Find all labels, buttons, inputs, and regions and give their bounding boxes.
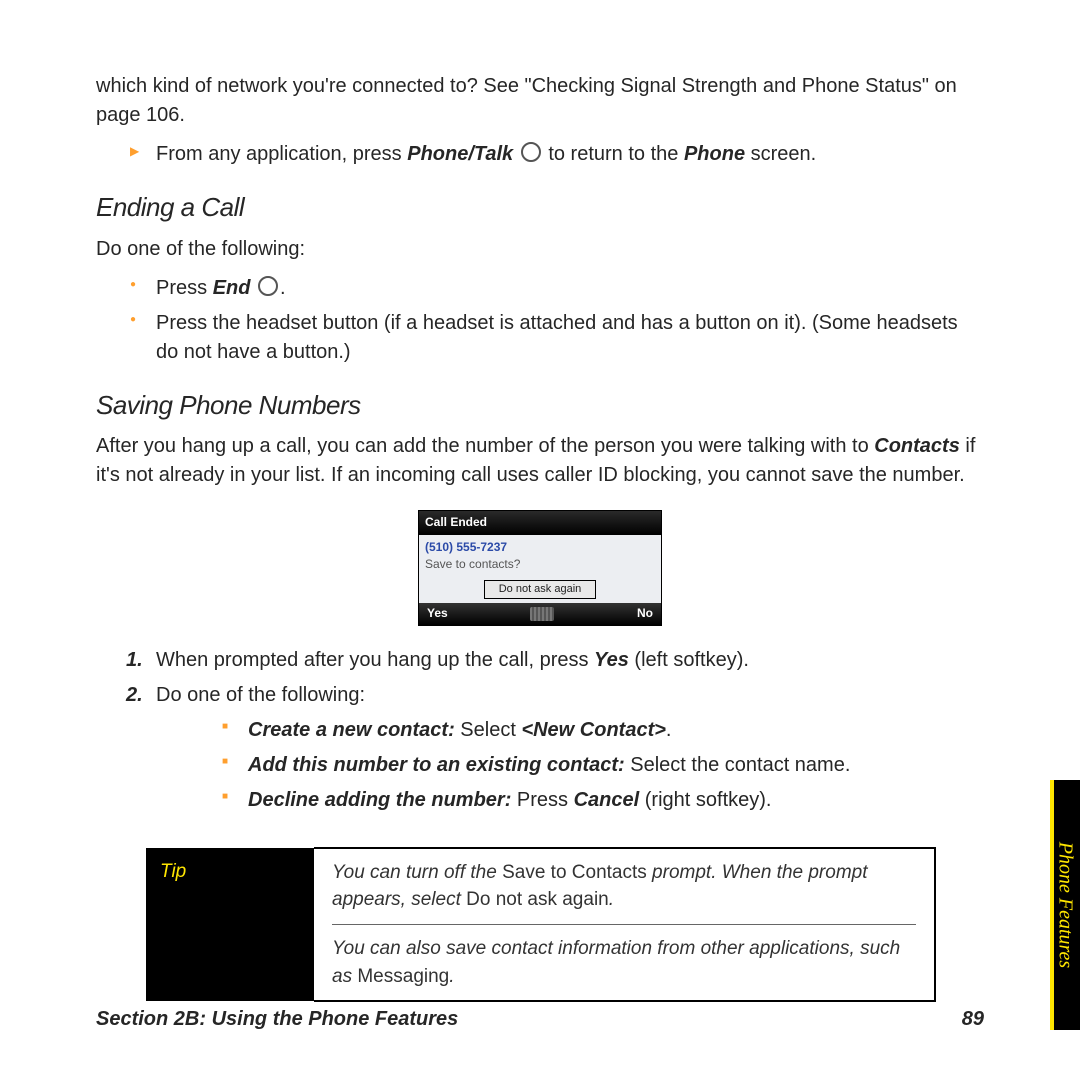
option-add-existing: Add this number to an existing contact: … (228, 751, 984, 780)
saving-steps: When prompted after you hang up the call… (96, 646, 984, 815)
tip-line-1: You can turn off the Save to Contacts pr… (332, 859, 916, 914)
key-do-not-ask: Do not ask again (466, 889, 609, 910)
dialog-number: (510) 555-7237 (425, 539, 655, 556)
document-page: which kind of network you're connected t… (0, 0, 1080, 1080)
text: . (280, 277, 286, 299)
footer-section: Section 2B: Using the Phone Features (96, 1005, 458, 1034)
key-yes: Yes (594, 649, 629, 671)
heading-saving-numbers: Saving Phone Numbers (96, 387, 984, 425)
text: Do one of the following: (156, 684, 365, 706)
text: Select (455, 719, 522, 741)
value: Cancel (574, 789, 640, 811)
tip-content: You can turn off the Save to Contacts pr… (314, 848, 935, 1001)
text: screen. (745, 143, 816, 165)
dialog-prompt: Save to contacts? (425, 556, 655, 573)
tip-box: Tip You can turn off the Save to Contact… (146, 847, 936, 1002)
text: You can turn off the (332, 862, 502, 883)
text: After you hang up a call, you can add th… (96, 435, 874, 457)
option-decline: Decline adding the number: Press Cancel … (228, 786, 984, 815)
text: (right softkey). (639, 789, 771, 811)
text: Select the contact name. (625, 754, 851, 776)
ending-lead: Do one of the following: (96, 235, 984, 264)
ending-bullet-list: Press End . Press the headset button (if… (96, 274, 984, 367)
text: Press (156, 277, 213, 299)
intro-bullet-list: From any application, press Phone/Talk t… (96, 140, 984, 169)
ending-bullet-1: Press End . (136, 274, 984, 303)
option-create-contact: Create a new contact: Select <New Contac… (228, 716, 984, 745)
text: . (449, 966, 454, 987)
step-2: Do one of the following: Create a new co… (126, 681, 984, 815)
tip-label: Tip (146, 848, 314, 1001)
side-tab-label: Phone Features (1051, 842, 1080, 968)
call-ended-dialog: Call Ended (510) 555-7237 Save to contac… (418, 510, 662, 626)
text: . (666, 719, 672, 741)
dialog-title: Call Ended (419, 511, 661, 534)
phone-talk-button-icon (521, 142, 541, 162)
tip-divider (332, 924, 916, 925)
page-footer: Section 2B: Using the Phone Features 89 (96, 1005, 984, 1034)
dialog-body: (510) 555-7237 Save to contacts? Do not … (419, 535, 661, 604)
saving-lead: After you hang up a call, you can add th… (96, 432, 984, 490)
softkey-center-icon (530, 607, 554, 621)
key-contacts: Contacts (874, 435, 960, 457)
text: From any application, press (156, 143, 407, 165)
text: . (609, 889, 614, 910)
step-2-options: Create a new contact: Select <New Contac… (156, 716, 984, 815)
value: <New Contact> (521, 719, 665, 741)
text: (left softkey). (629, 649, 749, 671)
text: Press (511, 789, 573, 811)
label: Decline adding the number: (248, 789, 511, 811)
label: Create a new contact: (248, 719, 455, 741)
softkey-yes: Yes (427, 605, 448, 622)
key-end: End (213, 277, 251, 299)
ending-bullet-2: Press the headset button (if a headset i… (136, 309, 984, 367)
key-phone-talk: Phone/Talk (407, 143, 513, 165)
step-1: When prompted after you hang up the call… (126, 646, 984, 675)
end-button-icon (258, 276, 278, 296)
intro-continuation: which kind of network you're connected t… (96, 72, 984, 130)
side-tab: Phone Features (1050, 780, 1080, 1030)
text: When prompted after you hang up the call… (156, 649, 594, 671)
heading-ending-a-call: Ending a Call (96, 189, 984, 227)
intro-bullet: From any application, press Phone/Talk t… (136, 140, 984, 169)
softkey-no: No (637, 605, 653, 622)
text: to return to the (548, 143, 684, 165)
dialog-softkey-bar: Yes No (419, 603, 661, 624)
footer-page-number: 89 (962, 1005, 984, 1034)
key-messaging: Messaging (357, 966, 449, 987)
dialog-do-not-ask: Do not ask again (484, 580, 596, 600)
key-phone: Phone (684, 143, 745, 165)
tip-line-2: You can also save contact information fr… (332, 935, 916, 990)
key-save-to-contacts: Save to Contacts (502, 862, 647, 883)
label: Add this number to an existing contact: (248, 754, 625, 776)
